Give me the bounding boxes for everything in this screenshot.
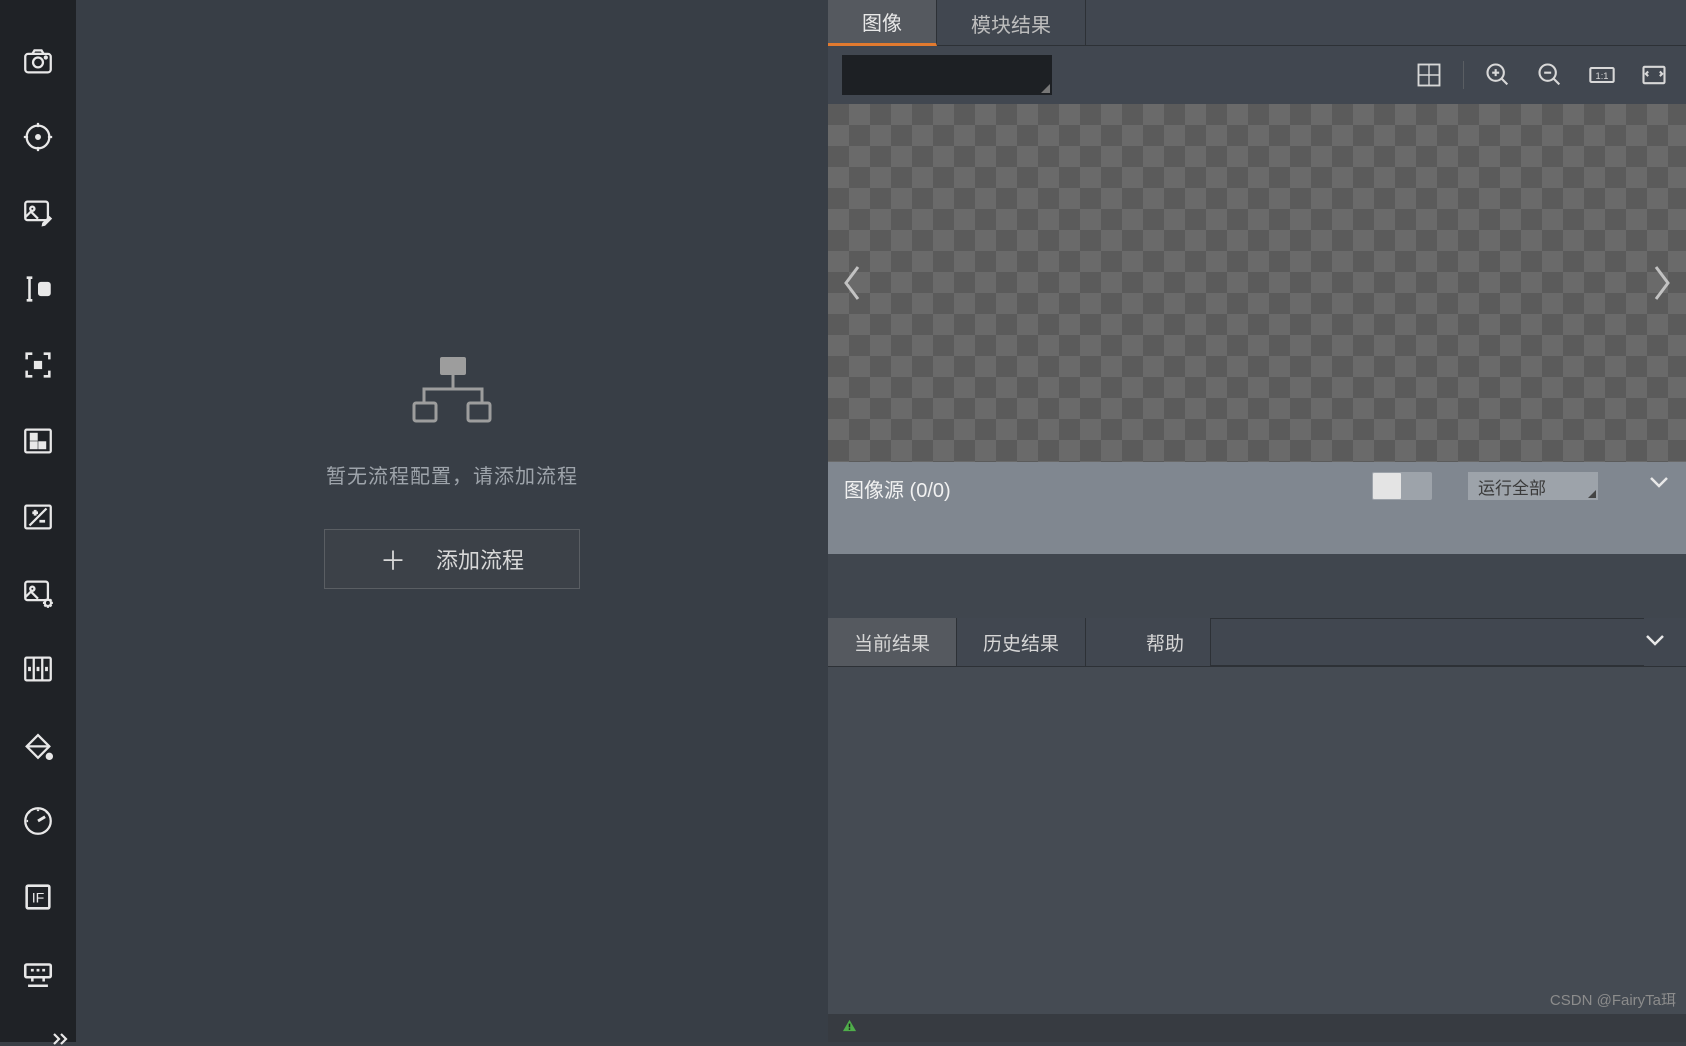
tab-image[interactable]: 图像 <box>828 0 937 46</box>
zoom-out-icon <box>1536 61 1564 89</box>
tool-paint[interactable] <box>18 728 58 762</box>
watermark: CSDN @FairyTa珥 <box>1550 989 1676 1010</box>
tool-focus[interactable] <box>18 348 58 382</box>
toolbar-expand-button[interactable] <box>0 1032 76 1046</box>
zoom-fit-button[interactable] <box>1636 57 1672 93</box>
source-collapse-button[interactable] <box>1648 472 1670 495</box>
text-cursor-icon <box>21 272 55 306</box>
grid-plus-icon <box>1415 61 1443 89</box>
tab-current-result[interactable]: 当前结果 <box>828 618 957 666</box>
tool-camera[interactable] <box>18 44 58 78</box>
tool-text-cursor[interactable] <box>18 272 58 306</box>
lower-collapse-button[interactable] <box>1644 633 1666 652</box>
tool-columns[interactable] <box>18 652 58 686</box>
fit-grid-button[interactable] <box>1411 57 1447 93</box>
image-edit-icon <box>21 196 55 230</box>
image-source-toggle[interactable] <box>1372 472 1432 500</box>
status-warning-icon <box>842 1018 857 1038</box>
app-root: IF 暂无流程配置，请添加流程 ＋ 添加流程 图像 模块结果 <box>0 0 1686 1042</box>
image-next-button[interactable] <box>1642 253 1682 313</box>
tab-history-result[interactable]: 历史结果 <box>957 618 1086 666</box>
camera-icon <box>21 44 55 78</box>
flow-diagram-icon <box>406 353 498 430</box>
chevron-right-icon <box>1650 263 1674 303</box>
upper-tabs: 图像 模块结果 <box>828 0 1686 46</box>
tool-image-settings[interactable] <box>18 576 58 610</box>
expand-right-icon <box>52 1032 70 1046</box>
chevron-left-icon <box>840 263 864 303</box>
image-toolbar: 1:1 <box>828 46 1686 104</box>
add-flow-label: 添加流程 <box>436 543 524 575</box>
zoom-in-button[interactable] <box>1480 57 1516 93</box>
tab-image-label: 图像 <box>862 7 902 36</box>
status-bar <box>828 1014 1686 1042</box>
gauge-icon <box>21 804 55 838</box>
run-mode-select[interactable]: 运行全部 <box>1468 472 1598 500</box>
tool-if[interactable]: IF <box>18 880 58 914</box>
image-viewer <box>828 104 1686 462</box>
tab-module-result[interactable]: 模块结果 <box>937 0 1086 46</box>
svg-text:1:1: 1:1 <box>1596 71 1609 81</box>
flow-panel: 暂无流程配置，请添加流程 ＋ 添加流程 <box>76 0 828 1042</box>
lower-content <box>828 666 1686 1014</box>
add-flow-button[interactable]: ＋ 添加流程 <box>324 529 580 589</box>
chevron-down-icon <box>1648 475 1670 489</box>
if-block-icon: IF <box>21 880 55 914</box>
tab-module-result-label: 模块结果 <box>971 9 1051 38</box>
tool-hierarchy[interactable] <box>18 424 58 458</box>
left-toolbar: IF <box>0 0 76 1042</box>
lower-tabs: 当前结果 历史结果 帮助 <box>828 618 1686 666</box>
plus-icon: ＋ <box>380 541 406 578</box>
image-select-dropdown[interactable] <box>842 55 1052 95</box>
focus-square-icon <box>21 348 55 382</box>
image-source-label: 图像源 (0/0) <box>844 474 951 503</box>
svg-text:IF: IF <box>32 891 45 907</box>
zoom-actual-button[interactable]: 1:1 <box>1584 57 1620 93</box>
image-prev-button[interactable] <box>832 253 872 313</box>
one-to-one-icon: 1:1 <box>1588 61 1616 89</box>
mid-gap <box>828 554 1686 618</box>
target-icon <box>21 120 55 154</box>
run-mode-label: 运行全部 <box>1478 474 1546 499</box>
paint-bucket-icon <box>21 728 55 762</box>
tool-gauge[interactable] <box>18 804 58 838</box>
image-settings-icon <box>21 576 55 610</box>
plus-minus-icon <box>21 500 55 534</box>
tab-help[interactable]: 帮助 <box>1120 618 1211 666</box>
flow-empty-message: 暂无流程配置，请添加流程 <box>326 460 578 489</box>
tool-image-edit[interactable] <box>18 196 58 230</box>
image-source-bar: 图像源 (0/0) 运行全部 <box>828 462 1686 554</box>
zoom-in-icon <box>1484 61 1512 89</box>
tool-plus-minus[interactable] <box>18 500 58 534</box>
zoom-out-button[interactable] <box>1532 57 1568 93</box>
columns-icon <box>21 652 55 686</box>
fit-screen-icon <box>1640 61 1668 89</box>
hierarchy-icon <box>21 424 55 458</box>
chevron-down-icon <box>1644 633 1666 647</box>
tool-target[interactable] <box>18 120 58 154</box>
right-panel: 图像 模块结果 1:1 <box>828 0 1686 1042</box>
io-icon <box>21 956 55 990</box>
flow-empty-state: 暂无流程配置，请添加流程 ＋ 添加流程 <box>324 353 580 589</box>
tool-io[interactable] <box>18 956 58 990</box>
